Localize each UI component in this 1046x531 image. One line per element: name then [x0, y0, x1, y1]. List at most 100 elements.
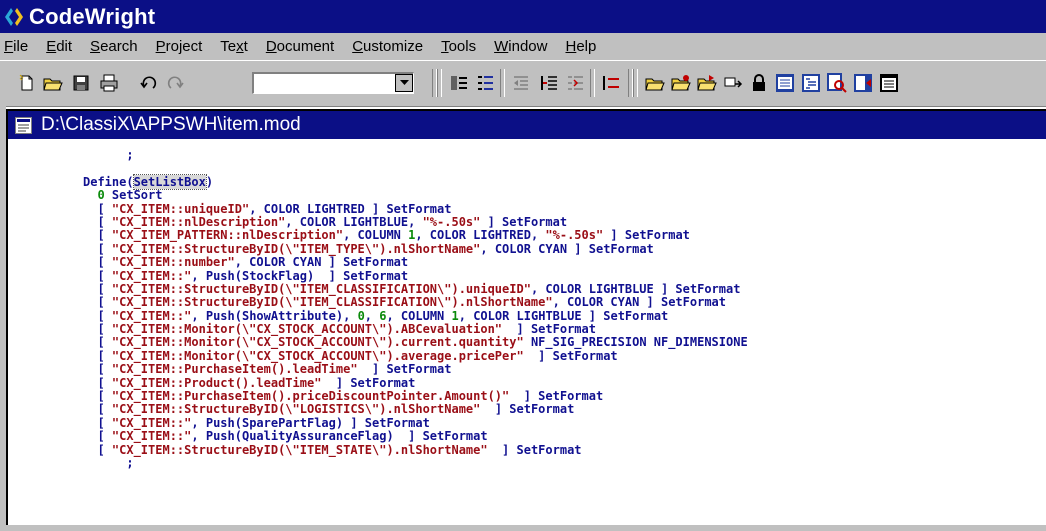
code-string: "CX_ITEM::" — [111, 308, 192, 323]
code-line: [ "CX_ITEM::StructureByID(\"ITEM_STATE\"… — [83, 442, 748, 457]
code-token: [ — [83, 322, 112, 337]
print-icon[interactable] — [98, 72, 120, 94]
toolbar-combo-box[interactable] — [252, 72, 414, 94]
code-token: [ — [83, 415, 112, 430]
toolbar-separator — [633, 69, 638, 97]
codewright-logo-icon — [5, 7, 23, 26]
open-folder-icon[interactable] — [644, 72, 666, 94]
code-string: "CX_ITEM::StructureByID(\"LOGISTICS\").n… — [111, 402, 481, 417]
menu-file[interactable]: File — [4, 38, 28, 55]
code-token: [ — [83, 442, 112, 457]
code-line: [ "CX_ITEM::", Push(StockFlag) ] SetForm… — [83, 269, 748, 283]
code-token: [ — [83, 201, 112, 216]
code-token: ] SetFormat — [321, 375, 416, 390]
code-string: "CX_ITEM::PurchaseItem().leadTime" — [111, 362, 358, 377]
app-title-bar[interactable]: CodeWright — [0, 0, 1046, 33]
code-token: ] SetFormat — [523, 348, 618, 363]
window-icon[interactable] — [878, 72, 900, 94]
code-token: , COLUMN — [386, 308, 452, 323]
list-icon[interactable] — [600, 72, 622, 94]
code-token: [ — [83, 214, 112, 229]
code-line: [ "CX_ITEM::StructureByID(\"ITEM_CLASSIF… — [83, 281, 748, 296]
menu-help[interactable]: Help — [565, 38, 596, 55]
code-line: [ "CX_ITEM::", Push(ShowAttribute), 0, 6… — [83, 308, 748, 323]
browse-icon[interactable] — [774, 72, 796, 94]
code-token: SetSort — [104, 188, 163, 203]
menu-document[interactable]: Document — [266, 38, 334, 55]
code-string: "CX_ITEM::uniqueID" — [111, 201, 250, 216]
code-string: "CX_ITEM::StructureByID(\"ITEM_CLASSIFIC… — [111, 295, 553, 310]
code-token: , COLOR LIGHTRED, — [415, 228, 546, 243]
code-content[interactable]: ; Define(SetListBox) 0 SetSort [ "CX_ITEM… — [83, 148, 748, 470]
lock-icon[interactable] — [748, 72, 770, 94]
code-token: [ — [83, 362, 112, 377]
new-file-icon[interactable] — [16, 72, 38, 94]
menu-window[interactable]: Window — [494, 38, 547, 55]
open-project-icon[interactable] — [670, 72, 692, 94]
code-string: "CX_ITEM_PATTERN::nlDescription" — [111, 228, 344, 243]
outline-icon[interactable] — [800, 72, 822, 94]
find-icon[interactable] — [826, 72, 848, 94]
redo-icon[interactable] — [164, 72, 186, 94]
document-title-bar[interactable]: D:\ClassiX\APPSWH\item.mod — [8, 111, 1046, 139]
open-recent-icon[interactable] — [696, 72, 718, 94]
transfer-icon[interactable] — [722, 72, 744, 94]
indent-icon[interactable] — [538, 72, 560, 94]
code-line: [ "CX_ITEM::StructureByID(\"ITEM_CLASSIF… — [83, 296, 748, 309]
undo-icon[interactable] — [138, 72, 160, 94]
code-line: [ "CX_ITEM::Monitor(\"CX_STOCK_ACCOUNT\"… — [83, 322, 748, 337]
code-token: [ — [83, 335, 112, 350]
open-file-icon[interactable] — [42, 72, 64, 94]
code-string: "CX_ITEM::Monitor(\"CX_STOCK_ACCOUNT\").… — [111, 335, 524, 350]
code-number: 0 — [97, 188, 105, 203]
menu-text[interactable]: Text — [220, 38, 248, 55]
code-string: "CX_ITEM::StructureByID(\"ITEM_CLASSIFIC… — [111, 281, 531, 296]
code-token: NF_SIG_PRECISION NF_DIMENSIONE — [523, 335, 748, 350]
code-token: , Push(ShowAttribute), — [191, 308, 358, 323]
code-string: "CX_ITEM::nlDescription" — [111, 214, 286, 229]
code-token: [ — [83, 375, 112, 390]
code-line: [ "CX_ITEM::number", COLOR CYAN ] SetFor… — [83, 255, 748, 270]
code-string: "%-.50s" — [545, 228, 604, 243]
outdent-icon[interactable] — [510, 72, 532, 94]
code-token: , COLOR CYAN ] SetFormat — [552, 295, 726, 310]
menu-edit[interactable]: Edit — [46, 38, 72, 55]
code-line: [ "CX_ITEM::nlDescription", COLOR LIGHTB… — [83, 214, 748, 229]
save-icon[interactable] — [70, 72, 92, 94]
menu-tools[interactable]: Tools — [441, 38, 476, 55]
code-token: , COLOR CYAN ] SetFormat — [234, 255, 409, 270]
bookmark-icon[interactable] — [852, 72, 874, 94]
code-editor[interactable]: ; Define(SetListBox) 0 SetSort [ "CX_ITEM… — [8, 139, 1046, 525]
document-window[interactable]: D:\ClassiX\APPSWH\item.mod ; Define(SetLi… — [6, 109, 1046, 525]
menu-project[interactable]: Project — [156, 38, 203, 55]
code-token: , COLOR CYAN ] SetFormat — [480, 241, 654, 256]
menu-customize[interactable]: Customize — [352, 38, 423, 55]
toolbar-separator — [590, 69, 595, 97]
chevron-down-icon[interactable] — [395, 74, 413, 92]
code-string: "CX_ITEM::StructureByID(\"ITEM_STATE\").… — [111, 442, 488, 457]
code-token: , Push(QualityAssuranceFlag) ] SetFormat — [191, 429, 488, 444]
code-token: ] SetFormat — [480, 402, 575, 417]
code-token: ] SetFormat — [603, 228, 690, 243]
code-token: ) — [205, 174, 214, 189]
code-number: 0 — [357, 308, 365, 323]
code-token: , COLUMN — [343, 228, 409, 243]
code-line: [ "CX_ITEM::Monitor(\"CX_STOCK_ACCOUNT\"… — [83, 335, 748, 350]
code-line: 0 SetSort — [83, 188, 748, 203]
code-token: [ — [83, 348, 112, 363]
app-title: CodeWright — [29, 3, 156, 29]
numbering-icon[interactable] — [448, 72, 470, 94]
code-line: ; — [83, 148, 748, 162]
code-token: [ — [83, 255, 112, 270]
bullets-icon[interactable] — [474, 72, 496, 94]
code-line: ; — [83, 456, 748, 470]
toolbar-separator — [437, 69, 442, 97]
code-token: , Push(SparePartFlag) ] SetFormat — [191, 415, 430, 430]
code-token: [ — [83, 308, 112, 323]
code-line: [ "CX_ITEM_PATTERN::nlDescription", COLU… — [83, 229, 748, 242]
align-icon[interactable] — [564, 72, 586, 94]
code-string: "CX_ITEM::" — [111, 429, 192, 444]
menu-search[interactable]: Search — [90, 38, 138, 55]
document-title: D:\ClassiX\APPSWH\item.mod — [41, 114, 301, 135]
